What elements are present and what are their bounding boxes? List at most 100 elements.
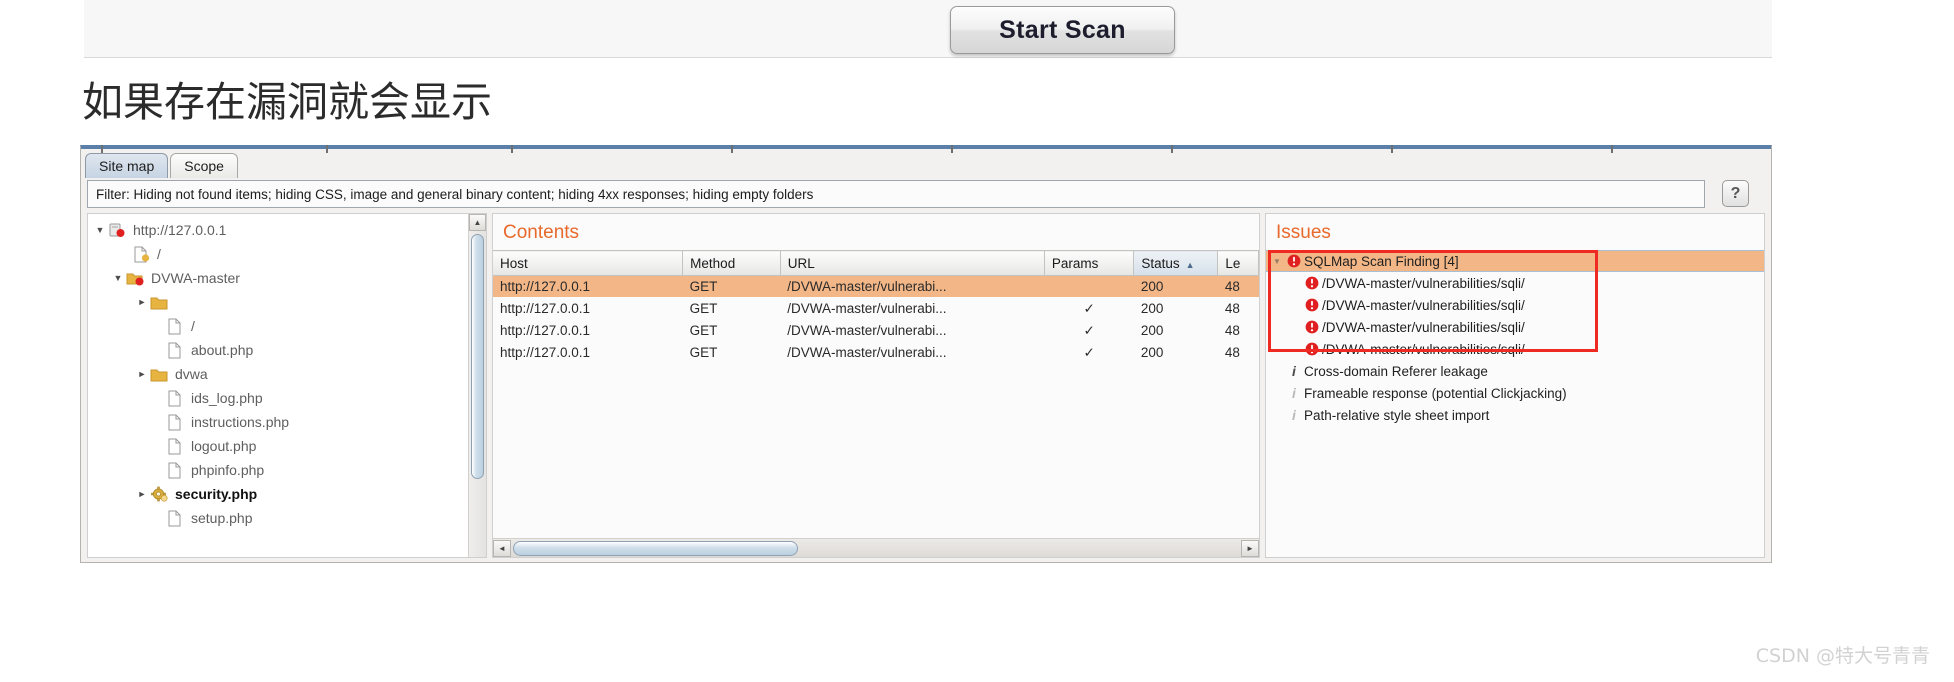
tab-site-map[interactable]: Site map	[85, 153, 169, 178]
scan-toolbar-strip: Start Scan	[84, 0, 1772, 58]
page-icon	[166, 390, 186, 407]
page-caption: 如果存在漏洞就会显示	[82, 78, 492, 126]
column-header-params[interactable]: Params	[1044, 250, 1135, 276]
issue-row-child[interactable]: /DVWA-master/vulnerabilities/sqli/	[1266, 338, 1764, 360]
tree-vertical-scrollbar[interactable]: ▲	[468, 214, 486, 557]
tree-node-label: /	[157, 246, 161, 262]
severity-high-icon	[1302, 320, 1322, 334]
severity-info-low-icon: i	[1292, 407, 1296, 423]
cell-method: GET	[689, 345, 718, 360]
column-header-status-label: Status	[1141, 255, 1180, 271]
cell-params: ✓	[1083, 300, 1095, 316]
tree-node-instructions-php[interactable]: instructions.php	[88, 410, 468, 434]
chevron-right-icon[interactable]: ►	[134, 369, 150, 379]
screenshot-root: Start Scan 如果存在漏洞就会显示 Site map Scope Fil…	[0, 0, 1954, 682]
tree-node-label: security.php	[175, 486, 258, 502]
tree-node-blank-folder[interactable]: ►	[88, 290, 468, 314]
issue-row-sqlmap-scan-finding[interactable]: ▼ SQLMap Scan Finding [4]	[1266, 250, 1764, 272]
issues-list: ▼ SQLMap Scan Finding [4] /DVWA-master/v…	[1266, 250, 1764, 426]
tree-node-about-php[interactable]: about.php	[88, 338, 468, 362]
tree-node-root-slash[interactable]: /	[88, 242, 468, 266]
folder-flagged-icon	[126, 270, 146, 287]
cell-status: 200	[1140, 345, 1164, 360]
severity-high-icon	[1302, 298, 1322, 312]
issue-row-child[interactable]: /DVWA-master/vulnerabilities/sqli/	[1266, 294, 1764, 316]
table-row[interactable]: http://127.0.0.1 GET /DVWA-master/vulner…	[493, 342, 1259, 364]
issue-label: /DVWA-master/vulnerabilities/sqli/	[1322, 275, 1525, 291]
scroll-up-icon[interactable]: ▲	[469, 214, 486, 231]
cell-method: GET	[682, 275, 781, 298]
issue-row-cross-domain-referer-leakage[interactable]: i Cross-domain Referer leakage	[1266, 360, 1764, 382]
column-header-url[interactable]: URL	[780, 250, 1045, 276]
start-scan-button[interactable]: Start Scan	[950, 6, 1175, 54]
severity-high-icon	[1302, 342, 1322, 356]
table-header-row: Host Method URL Params Status ▲ Le	[493, 250, 1259, 276]
page-icon	[166, 318, 186, 335]
table-row[interactable]: http://127.0.0.1 GET /DVWA-master/vulner…	[493, 298, 1259, 320]
tree-node-dvwa-master[interactable]: ▼ DVWA-master	[88, 266, 468, 290]
issue-label: /DVWA-master/vulnerabilities/sqli/	[1322, 297, 1525, 313]
issue-label: Frameable response (potential Clickjacki…	[1304, 385, 1567, 401]
column-header-length[interactable]: Le	[1217, 250, 1259, 276]
tree-node-label: http://127.0.0.1	[133, 222, 227, 238]
cell-length: 48	[1224, 301, 1240, 316]
tree-node-setup-php[interactable]: setup.php	[88, 506, 468, 530]
chevron-down-icon[interactable]: ▼	[1270, 257, 1284, 266]
issue-label: Cross-domain Referer leakage	[1304, 363, 1488, 379]
tree-node-label: ids_log.php	[191, 390, 263, 406]
tab-scope[interactable]: Scope	[170, 153, 238, 178]
scroll-right-icon[interactable]: ►	[1241, 539, 1259, 557]
panel-body: ▼ http://127.0.0.1 / ▼ DVWA-master ► / a…	[87, 213, 1765, 558]
help-icon[interactable]: ?	[1722, 180, 1749, 207]
chevron-down-icon[interactable]: ▼	[110, 273, 126, 283]
scroll-left-icon[interactable]: ◄	[493, 539, 511, 557]
column-header-status[interactable]: Status ▲	[1133, 250, 1219, 276]
issue-row-path-relative-style-sheet-import[interactable]: i Path-relative style sheet import	[1266, 404, 1764, 426]
page-icon	[166, 342, 186, 359]
issue-row-child[interactable]: /DVWA-master/vulnerabilities/sqli/	[1266, 316, 1764, 338]
chevron-right-icon[interactable]: ►	[134, 489, 150, 499]
cell-method: GET	[689, 323, 718, 338]
chevron-down-icon[interactable]: ▼	[92, 225, 108, 235]
tree-node-slash[interactable]: /	[88, 314, 468, 338]
table-row[interactable]: http://127.0.0.1 GET /DVWA-master/vulner…	[493, 275, 1259, 298]
cell-method: GET	[689, 301, 718, 316]
tree-node-logout-php[interactable]: logout.php	[88, 434, 468, 458]
filter-bar[interactable]: Filter: Hiding not found items; hiding C…	[87, 180, 1705, 208]
cell-length: 48	[1217, 275, 1259, 298]
cell-params	[1044, 275, 1134, 298]
table-row[interactable]: http://127.0.0.1 GET /DVWA-master/vulner…	[493, 320, 1259, 342]
tree-node-host[interactable]: ▼ http://127.0.0.1	[88, 218, 468, 242]
tree-node-label: DVWA-master	[151, 270, 240, 286]
contents-horizontal-scrollbar[interactable]: ◄ ►	[493, 538, 1259, 557]
scrollbar-thumb[interactable]	[471, 234, 484, 479]
folder-icon	[150, 366, 170, 383]
column-header-method[interactable]: Method	[682, 250, 781, 276]
host-icon	[108, 222, 128, 239]
tree-node-security-php[interactable]: ► security.php	[88, 482, 468, 506]
tree-node-label: instructions.php	[191, 414, 290, 430]
issues-pane: Issues ▼ SQLMap Scan Finding [4] /DVWA-m…	[1265, 213, 1765, 558]
cell-params: ✓	[1083, 322, 1095, 338]
issue-label: Path-relative style sheet import	[1304, 407, 1490, 423]
chevron-right-icon[interactable]: ►	[134, 297, 150, 307]
page-icon	[166, 462, 186, 479]
site-map-tree: ▼ http://127.0.0.1 / ▼ DVWA-master ► / a…	[88, 218, 468, 530]
column-header-host[interactable]: Host	[493, 250, 684, 276]
issue-row-frameable-response[interactable]: i Frameable response (potential Clickjac…	[1266, 382, 1764, 404]
cell-length: 48	[1224, 345, 1240, 360]
page-flagged-icon	[132, 246, 152, 263]
tree-node-dvwa[interactable]: ► dvwa	[88, 362, 468, 386]
tree-node-label: about.php	[191, 342, 254, 358]
severity-high-icon	[1284, 254, 1304, 268]
cell-length: 48	[1224, 323, 1240, 338]
scrollbar-thumb[interactable]	[513, 540, 798, 556]
cell-status: 200	[1140, 301, 1164, 316]
watermark: CSDN @特大号青青	[1755, 645, 1930, 667]
tree-node-label: /	[191, 318, 195, 334]
tree-node-phpinfo-php[interactable]: phpinfo.php	[88, 458, 468, 482]
issues-title: Issues	[1276, 222, 1331, 243]
severity-info-low-icon: i	[1292, 385, 1296, 401]
issue-row-child[interactable]: /DVWA-master/vulnerabilities/sqli/	[1266, 272, 1764, 294]
tree-node-ids-log-php[interactable]: ids_log.php	[88, 386, 468, 410]
